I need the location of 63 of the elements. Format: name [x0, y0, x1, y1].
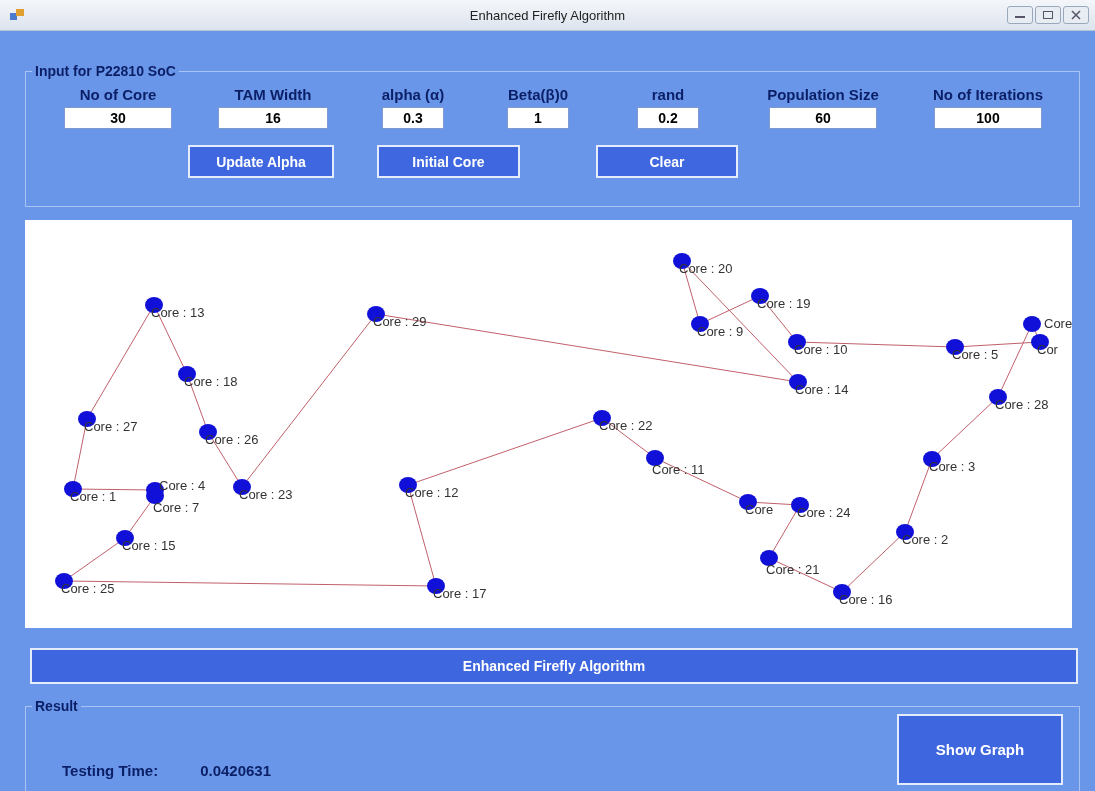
node-label: Core : 23 [239, 487, 293, 502]
field-label: TAM Width [234, 86, 312, 103]
maximize-icon [1042, 10, 1054, 20]
input-field[interactable]: 1 [507, 107, 569, 129]
node-label: Core : 1 [70, 489, 117, 504]
result-label: Testing Time: [62, 761, 159, 779]
action-button[interactable]: Update Alpha [188, 145, 334, 178]
node-label: Cor [1037, 342, 1058, 357]
input-field[interactable]: 0.3 [382, 107, 444, 129]
maximize-button[interactable] [1035, 6, 1061, 24]
close-icon [1070, 10, 1082, 20]
node-label: Core : 10 [794, 342, 848, 357]
minimize-button[interactable] [1007, 6, 1033, 24]
field-label: alpha (α) [381, 86, 445, 103]
group-title: Input for P22810 SoC [32, 63, 179, 79]
node-label: Core : 22 [599, 418, 653, 433]
node-label: Core : 2 [902, 532, 949, 547]
node-label: Core : 12 [405, 485, 459, 500]
node-label: Core : 28 [995, 397, 1049, 412]
field-label: No of Iterations [933, 86, 1043, 103]
action-button[interactable]: Initial Core [377, 145, 520, 178]
node-label: Core : 29 [373, 314, 427, 329]
core-node [760, 550, 778, 566]
node-label: Core : 19 [757, 296, 811, 311]
core-node [1023, 316, 1041, 332]
action-button[interactable]: Clear [596, 145, 738, 178]
node-label: Core : 21 [766, 562, 820, 577]
node-label: Core [745, 502, 774, 517]
node-label: Core : 4 [159, 478, 206, 493]
node-label: Core : 14 [795, 382, 849, 397]
app-icon [10, 9, 24, 21]
node-label: Core : 7 [153, 500, 200, 515]
node-label: Core : 3 [929, 459, 976, 474]
node-label: Core : 13 [151, 305, 205, 320]
node-label: Core : 11 [652, 462, 705, 477]
node-label: Core : 25 [61, 581, 115, 596]
node-label: Core [1044, 316, 1072, 331]
node-label: Core : 16 [839, 592, 893, 607]
node-label: Core : 17 [433, 586, 487, 601]
group-title: Result [32, 698, 81, 714]
field-label: rand [651, 86, 685, 103]
input-field[interactable]: 30 [64, 107, 172, 129]
node-label: Core : 15 [122, 538, 176, 553]
window-title: Enhanced Firefly Algorithm [469, 7, 626, 23]
input-field[interactable]: 60 [769, 107, 877, 129]
node-label: Core : 24 [797, 505, 851, 520]
node-label: Core : 18 [184, 374, 238, 389]
input-field[interactable]: 100 [934, 107, 1042, 129]
node-label: Core : 5 [952, 347, 999, 362]
field-label: No of Core [79, 86, 157, 103]
field-label: Beta(β)0 [508, 86, 568, 103]
banner-text: Enhanced Firefly Algorithm [462, 658, 646, 674]
field-label: Population Size [767, 86, 879, 103]
core-node [646, 450, 664, 466]
close-button[interactable] [1063, 6, 1089, 24]
node-label: Core : 27 [84, 419, 138, 434]
node-label: Core : 9 [697, 324, 744, 339]
result-value: 0.0420631 [200, 761, 272, 779]
node-label: Core : 20 [679, 261, 733, 276]
show-graph-button[interactable]: Show Graph [897, 714, 1063, 785]
input-field[interactable]: 0.2 [637, 107, 699, 129]
node-label: Core : 26 [205, 432, 259, 447]
input-field[interactable]: 16 [218, 107, 328, 129]
